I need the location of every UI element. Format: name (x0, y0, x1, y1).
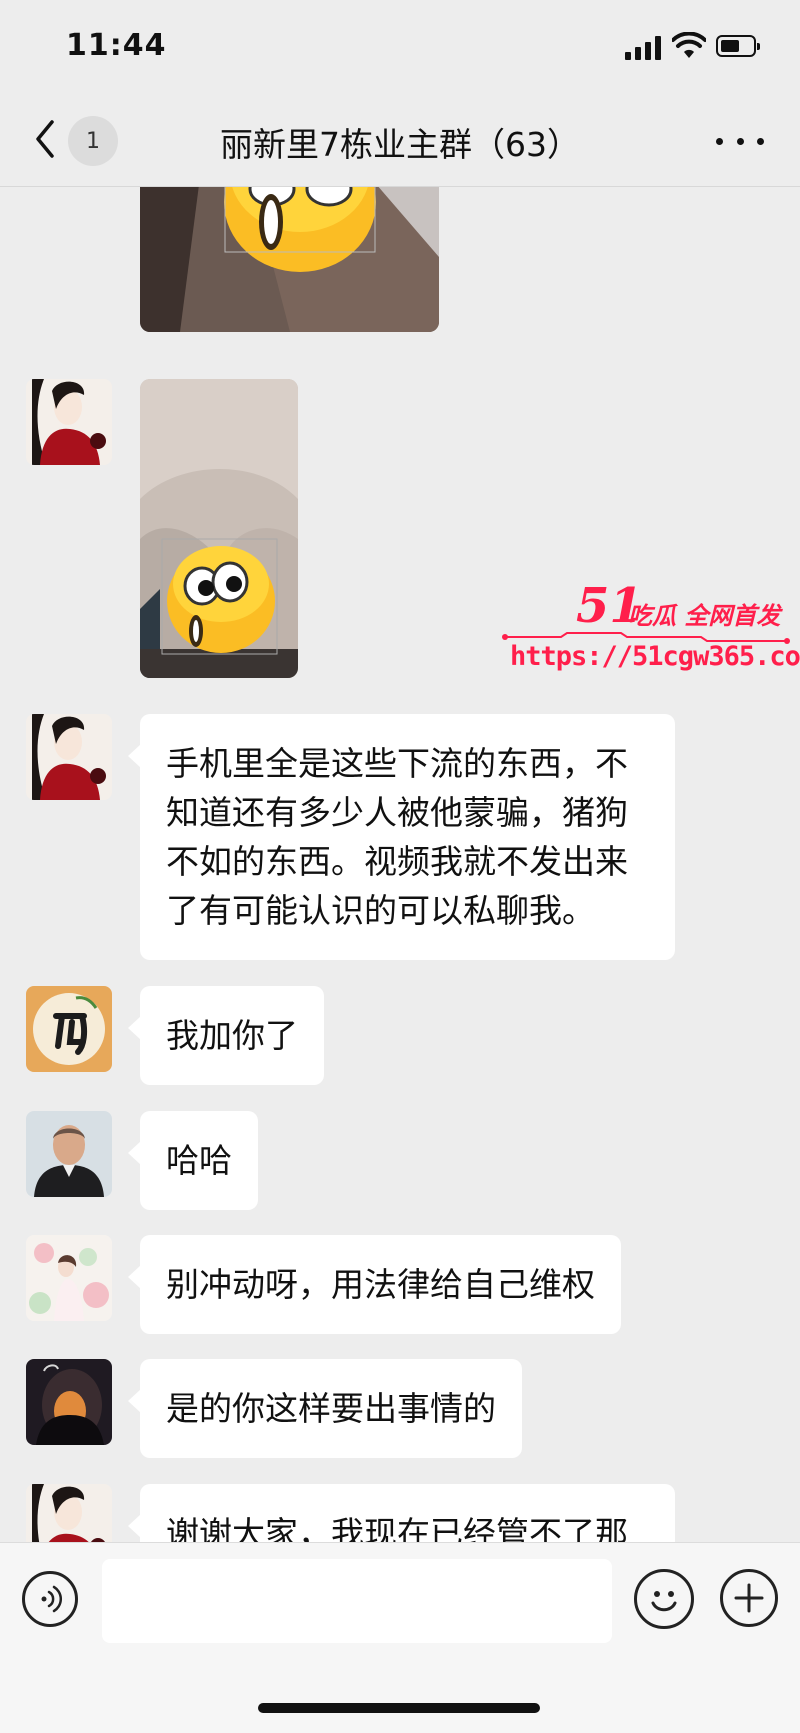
avatar[interactable] (26, 1235, 112, 1321)
chat-title: 丽新里7栋业主群（63） (220, 125, 580, 164)
message-line: 不如的东西。视频我就不发出来 (166, 842, 628, 881)
battery-icon (716, 35, 760, 57)
message-bubble[interactable]: 谢谢大家，我现在已经管不了那 (128, 1484, 675, 1542)
cellular-signal-icon (625, 36, 663, 60)
image-message[interactable] (140, 379, 298, 678)
back-arrow-icon[interactable] (30, 116, 58, 162)
message-bubble[interactable]: 别冲动呀，用法律给自己维权 (128, 1235, 621, 1334)
avatar[interactable] (26, 1359, 112, 1445)
message-line: 手机里全是这些下流的东西，不 (166, 744, 628, 783)
emoji-icon[interactable] (634, 1569, 694, 1629)
voice-icon[interactable] (22, 1571, 78, 1627)
floral-girl-avatar-icon (26, 1235, 112, 1321)
photo-with-emoji-sticker-icon (140, 379, 298, 678)
more-options-icon[interactable] (716, 126, 764, 156)
message-text: 别冲动呀，用法律给自己维权 (166, 1265, 595, 1304)
photo-with-emoji-sticker-icon (140, 187, 439, 332)
message-list[interactable]: 手机里全是这些下流的东西，不 知道还有多少人被他蒙骗，猪狗 不如的东西。视频我就… (0, 187, 800, 1542)
watermark: 51 吃瓜 全网首发 https://51cgw365.com (496, 578, 800, 678)
watermark-tagline: 吃瓜 全网首发 (628, 602, 781, 630)
message-line: 了有可能认识的可以私聊我。 (166, 891, 595, 930)
silhouette-sunset-avatar-icon (26, 1359, 112, 1445)
wifi-icon (672, 32, 706, 58)
nav-bar: 1 丽新里7栋业主群（63） (0, 96, 800, 188)
plus-icon[interactable] (720, 1569, 778, 1627)
man-portrait-avatar-icon (26, 1111, 112, 1197)
woman-red-dress-avatar-icon (26, 379, 112, 465)
unread-count-badge[interactable]: 1 (68, 116, 118, 166)
battery-level (721, 40, 739, 52)
message-text: 是的你这样要出事情的 (166, 1389, 496, 1428)
calligraphy-character-avatar-icon (26, 986, 112, 1072)
watermark-url: https://51cgw365.com (510, 641, 800, 672)
avatar[interactable] (26, 986, 112, 1072)
message-text: 哈哈 (166, 1141, 232, 1180)
message-text: 谢谢大家，我现在已经管不了那 (166, 1514, 628, 1542)
avatar[interactable] (26, 1484, 112, 1542)
message-bubble[interactable]: 手机里全是这些下流的东西，不 知道还有多少人被他蒙骗，猪狗 不如的东西。视频我就… (128, 714, 675, 960)
message-text: 我加你了 (166, 1016, 298, 1055)
status-bar: 11:44 (0, 0, 800, 96)
avatar[interactable] (26, 714, 112, 800)
avatar[interactable] (26, 379, 112, 465)
avatar[interactable] (26, 1111, 112, 1197)
message-bubble[interactable]: 哈哈 (128, 1111, 258, 1210)
message-bubble[interactable]: 我加你了 (128, 986, 324, 1085)
status-time: 11:44 (66, 28, 167, 63)
home-indicator (258, 1703, 540, 1713)
message-line: 知道还有多少人被他蒙骗，猪狗 (166, 793, 628, 832)
woman-red-dress-avatar-icon (26, 1484, 112, 1542)
input-bar (0, 1542, 800, 1733)
image-message[interactable] (140, 187, 439, 332)
message-bubble[interactable]: 是的你这样要出事情的 (128, 1359, 522, 1458)
woman-red-dress-avatar-icon (26, 714, 112, 800)
message-input[interactable] (102, 1559, 612, 1643)
